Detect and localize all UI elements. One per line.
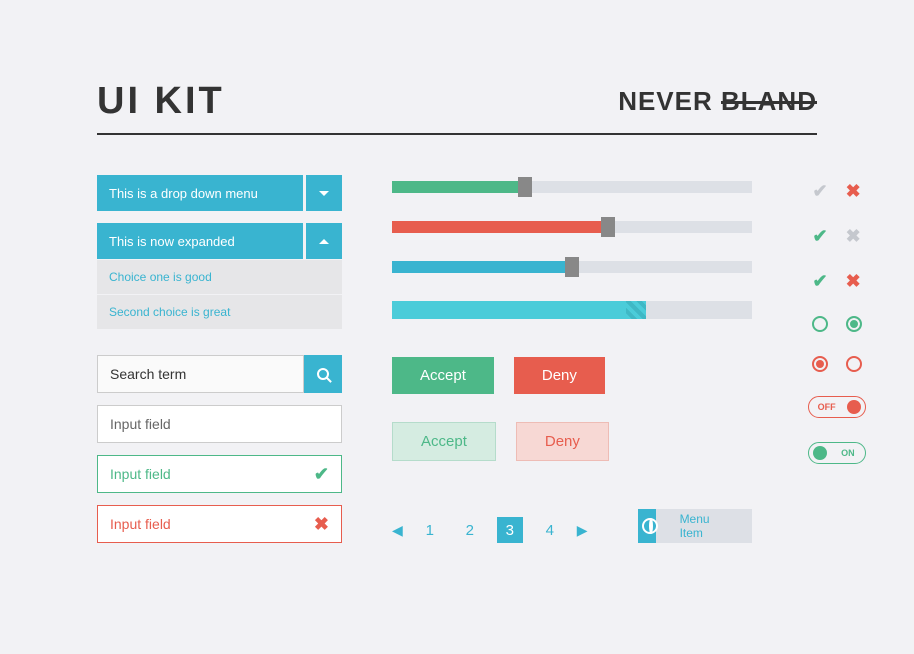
input-valid[interactable]: Input field ✔ [97,455,342,493]
accept-button-outline[interactable]: Accept [392,422,496,461]
x-icon[interactable]: ✖ [846,271,861,292]
search-input[interactable] [97,355,304,393]
toggle-off[interactable]: OFF [808,396,866,418]
radio-row-green [812,316,862,332]
menu-item[interactable]: Menu Item [638,509,752,543]
brand-prefix: NEVER [618,86,721,116]
mark-row: ✔ ✖ [813,181,861,202]
x-icon: ✖ [314,514,329,535]
radio-empty[interactable] [812,316,828,332]
x-icon[interactable]: ✖ [846,181,861,202]
menu-item-label: Menu Item [656,509,752,543]
toggle-knob [813,446,827,460]
dropdown-choice[interactable]: Choice one is good [97,260,342,294]
brand-strike: BLAND [721,86,817,116]
deny-button-outline[interactable]: Deny [516,422,609,461]
radio-filled[interactable] [812,356,828,372]
slider-handle[interactable] [601,217,615,237]
input-plain-text: Input field [110,416,171,432]
search-button[interactable] [304,355,342,393]
search-box [97,355,342,393]
progress-fill [392,301,626,319]
toggle-on-label: ON [841,448,855,458]
input-invalid-text: Input field [110,516,171,532]
slider-fill [392,221,608,233]
radio-row-red [812,356,862,372]
dropdown-collapse[interactable] [306,223,342,259]
slider-green[interactable] [392,181,752,193]
toggle-off-label: OFF [818,402,836,412]
progress-bar [392,301,752,319]
radio-filled[interactable] [846,316,862,332]
toggle-on[interactable]: ON [808,442,866,464]
input-plain[interactable]: Input field [97,405,342,443]
globe-icon [642,518,658,534]
check-icon[interactable]: ✔ [813,271,828,292]
page-3[interactable]: 3 [497,517,523,543]
mark-row: ✔ ✖ [813,226,861,247]
brand-logo: NEVER BLAND [618,86,817,117]
toggle-knob [847,400,861,414]
progress-stripe [626,301,646,319]
page-title: UI KIT [97,80,225,123]
x-icon[interactable]: ✖ [846,226,861,247]
slider-fill [392,181,525,193]
dropdown-expanded: This is now expanded Choice one is good … [97,223,342,329]
input-invalid[interactable]: Input field ✖ [97,505,342,543]
pagination: ◀ 1 2 3 4 ▶ [392,517,588,543]
accept-button[interactable]: Accept [392,357,494,394]
dropdown-collapsed[interactable]: This is a drop down menu [97,175,342,211]
slider-handle[interactable] [565,257,579,277]
dropdown-toggle[interactable] [306,175,342,211]
page-4[interactable]: 4 [537,517,563,543]
mark-row: ✔ ✖ [813,271,861,292]
check-icon[interactable]: ✔ [813,181,828,202]
search-icon [317,368,329,380]
header: UI KIT NEVER BLAND [97,80,817,135]
page-prev[interactable]: ◀ [392,522,403,539]
dropdown-choice[interactable]: Second choice is great [97,295,342,329]
radio-empty[interactable] [846,356,862,372]
dropdown-label: This is a drop down menu [97,175,303,211]
page-1[interactable]: 1 [417,517,443,543]
dropdown-expanded-header[interactable]: This is now expanded [97,223,342,259]
check-icon[interactable]: ✔ [813,226,828,247]
chevron-up-icon [319,239,329,244]
slider-handle[interactable] [518,177,532,197]
page-2[interactable]: 2 [457,517,483,543]
check-icon: ✔ [314,464,329,485]
chevron-down-icon [319,191,329,196]
slider-red[interactable] [392,221,752,233]
dropdown-expanded-label: This is now expanded [97,223,303,259]
deny-button[interactable]: Deny [514,357,605,394]
input-valid-text: Input field [110,466,171,482]
slider-fill [392,261,572,273]
page-next[interactable]: ▶ [577,522,588,539]
slider-blue[interactable] [392,261,752,273]
